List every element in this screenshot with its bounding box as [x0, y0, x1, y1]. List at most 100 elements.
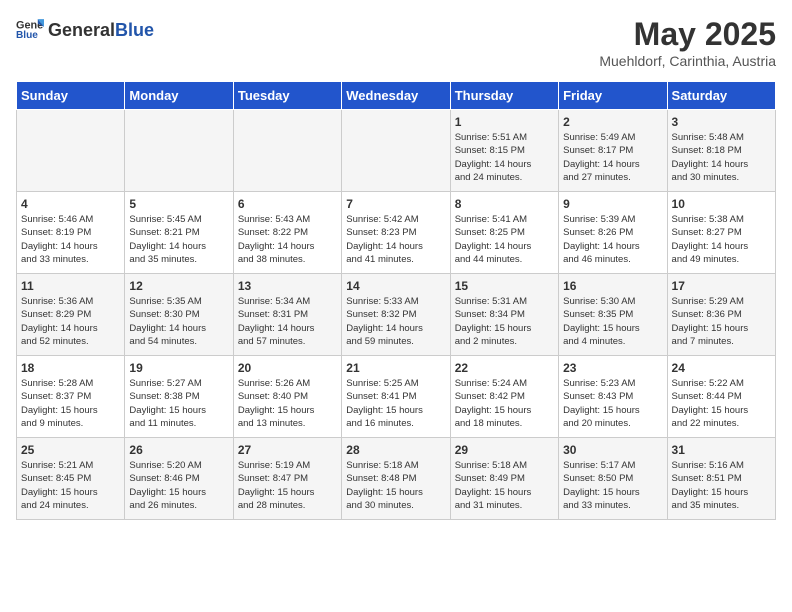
- day-cell: 9 Sunrise: 5:39 AM Sunset: 8:26 PM Daylig…: [559, 192, 667, 274]
- header-friday: Friday: [559, 82, 667, 110]
- day-number: 19: [129, 361, 228, 375]
- day-cell: 3 Sunrise: 5:48 AM Sunset: 8:18 PM Daylig…: [667, 110, 775, 192]
- header-saturday: Saturday: [667, 82, 775, 110]
- day-number: 11: [21, 279, 120, 293]
- day-number: 17: [672, 279, 771, 293]
- page-header: General Blue GeneralBlue May 2025 Muehld…: [16, 16, 776, 69]
- day-number: 15: [455, 279, 554, 293]
- day-info: Sunrise: 5:21 AM Sunset: 8:45 PM Dayligh…: [21, 459, 120, 512]
- day-cell: 29 Sunrise: 5:18 AM Sunset: 8:49 PM Dayli…: [450, 438, 558, 520]
- week-row-4: 18 Sunrise: 5:28 AM Sunset: 8:37 PM Dayli…: [17, 356, 776, 438]
- day-cell: 25 Sunrise: 5:21 AM Sunset: 8:45 PM Dayli…: [17, 438, 125, 520]
- day-info: Sunrise: 5:28 AM Sunset: 8:37 PM Dayligh…: [21, 377, 120, 430]
- day-cell: 31 Sunrise: 5:16 AM Sunset: 8:51 PM Dayli…: [667, 438, 775, 520]
- day-number: 25: [21, 443, 120, 457]
- day-info: Sunrise: 5:17 AM Sunset: 8:50 PM Dayligh…: [563, 459, 662, 512]
- day-cell: 1 Sunrise: 5:51 AM Sunset: 8:15 PM Daylig…: [450, 110, 558, 192]
- day-number: 5: [129, 197, 228, 211]
- day-number: 27: [238, 443, 337, 457]
- day-info: Sunrise: 5:25 AM Sunset: 8:41 PM Dayligh…: [346, 377, 445, 430]
- day-info: Sunrise: 5:20 AM Sunset: 8:46 PM Dayligh…: [129, 459, 228, 512]
- day-cell: 28Sunrise: 5:18 AM Sunset: 8:48 PM Dayli…: [342, 438, 450, 520]
- day-number: 1: [455, 115, 554, 129]
- month-title: May 2025: [599, 16, 776, 53]
- day-cell: 4 Sunrise: 5:46 AM Sunset: 8:19 PM Daylig…: [17, 192, 125, 274]
- day-number: 18: [21, 361, 120, 375]
- day-cell: 22 Sunrise: 5:24 AM Sunset: 8:42 PM Dayli…: [450, 356, 558, 438]
- day-number: 30: [563, 443, 662, 457]
- day-number: 21: [346, 361, 445, 375]
- day-cell: [342, 110, 450, 192]
- day-info: Sunrise: 5:49 AM Sunset: 8:17 PM Dayligh…: [563, 131, 662, 184]
- day-number: 20: [238, 361, 337, 375]
- day-cell: [125, 110, 233, 192]
- day-cell: 23Sunrise: 5:23 AM Sunset: 8:43 PM Dayli…: [559, 356, 667, 438]
- day-info: Sunrise: 5:42 AM Sunset: 8:23 PM Dayligh…: [346, 213, 445, 266]
- title-block: May 2025 Muehldorf, Carinthia, Austria: [599, 16, 776, 69]
- day-info: Sunrise: 5:48 AM Sunset: 8:18 PM Dayligh…: [672, 131, 771, 184]
- week-row-2: 4 Sunrise: 5:46 AM Sunset: 8:19 PM Daylig…: [17, 192, 776, 274]
- day-info: Sunrise: 5:33 AM Sunset: 8:32 PM Dayligh…: [346, 295, 445, 348]
- day-info: Sunrise: 5:43 AM Sunset: 8:22 PM Dayligh…: [238, 213, 337, 266]
- week-row-1: 1 Sunrise: 5:51 AM Sunset: 8:15 PM Daylig…: [17, 110, 776, 192]
- day-info: Sunrise: 5:51 AM Sunset: 8:15 PM Dayligh…: [455, 131, 554, 184]
- day-info: Sunrise: 5:23 AM Sunset: 8:43 PM Dayligh…: [563, 377, 662, 430]
- logo-icon: General Blue: [16, 16, 44, 44]
- day-number: 14: [346, 279, 445, 293]
- day-number: 31: [672, 443, 771, 457]
- day-info: Sunrise: 5:26 AM Sunset: 8:40 PM Dayligh…: [238, 377, 337, 430]
- day-cell: 5 Sunrise: 5:45 AM Sunset: 8:21 PM Daylig…: [125, 192, 233, 274]
- header-wednesday: Wednesday: [342, 82, 450, 110]
- day-number: 6: [238, 197, 337, 211]
- day-info: Sunrise: 5:34 AM Sunset: 8:31 PM Dayligh…: [238, 295, 337, 348]
- day-cell: [17, 110, 125, 192]
- logo: General Blue GeneralBlue: [16, 16, 154, 44]
- header-tuesday: Tuesday: [233, 82, 341, 110]
- day-cell: 15 Sunrise: 5:31 AM Sunset: 8:34 PM Dayli…: [450, 274, 558, 356]
- day-cell: 8Sunrise: 5:41 AM Sunset: 8:25 PM Daylig…: [450, 192, 558, 274]
- svg-text:Blue: Blue: [16, 30, 38, 41]
- day-cell: 18 Sunrise: 5:28 AM Sunset: 8:37 PM Dayli…: [17, 356, 125, 438]
- day-number: 3: [672, 115, 771, 129]
- day-cell: 24Sunrise: 5:22 AM Sunset: 8:44 PM Dayli…: [667, 356, 775, 438]
- day-number: 22: [455, 361, 554, 375]
- day-cell: 30 Sunrise: 5:17 AM Sunset: 8:50 PM Dayli…: [559, 438, 667, 520]
- day-cell: 16 Sunrise: 5:30 AM Sunset: 8:35 PM Dayli…: [559, 274, 667, 356]
- day-cell: 14 Sunrise: 5:33 AM Sunset: 8:32 PM Dayli…: [342, 274, 450, 356]
- day-number: 8: [455, 197, 554, 211]
- day-number: 29: [455, 443, 554, 457]
- header-monday: Monday: [125, 82, 233, 110]
- day-cell: 2 Sunrise: 5:49 AM Sunset: 8:17 PM Daylig…: [559, 110, 667, 192]
- day-cell: 20 Sunrise: 5:26 AM Sunset: 8:40 PM Dayli…: [233, 356, 341, 438]
- week-row-5: 25 Sunrise: 5:21 AM Sunset: 8:45 PM Dayli…: [17, 438, 776, 520]
- day-info: Sunrise: 5:39 AM Sunset: 8:26 PM Dayligh…: [563, 213, 662, 266]
- day-number: 7: [346, 197, 445, 211]
- day-number: 28: [346, 443, 445, 457]
- header-thursday: Thursday: [450, 82, 558, 110]
- day-info: Sunrise: 5:19 AM Sunset: 8:47 PM Dayligh…: [238, 459, 337, 512]
- day-number: 9: [563, 197, 662, 211]
- day-info: Sunrise: 5:46 AM Sunset: 8:19 PM Dayligh…: [21, 213, 120, 266]
- header-sunday: Sunday: [17, 82, 125, 110]
- day-number: 26: [129, 443, 228, 457]
- day-info: Sunrise: 5:16 AM Sunset: 8:51 PM Dayligh…: [672, 459, 771, 512]
- day-info: Sunrise: 5:18 AM Sunset: 8:49 PM Dayligh…: [455, 459, 554, 512]
- day-number: 16: [563, 279, 662, 293]
- day-number: 24: [672, 361, 771, 375]
- day-info: Sunrise: 5:45 AM Sunset: 8:21 PM Dayligh…: [129, 213, 228, 266]
- day-number: 10: [672, 197, 771, 211]
- day-cell: 21 Sunrise: 5:25 AM Sunset: 8:41 PM Dayli…: [342, 356, 450, 438]
- day-cell: 26 Sunrise: 5:20 AM Sunset: 8:46 PM Dayli…: [125, 438, 233, 520]
- day-info: Sunrise: 5:27 AM Sunset: 8:38 PM Dayligh…: [129, 377, 228, 430]
- day-cell: 7 Sunrise: 5:42 AM Sunset: 8:23 PM Daylig…: [342, 192, 450, 274]
- day-info: Sunrise: 5:31 AM Sunset: 8:34 PM Dayligh…: [455, 295, 554, 348]
- day-number: 4: [21, 197, 120, 211]
- day-number: 13: [238, 279, 337, 293]
- day-cell: [233, 110, 341, 192]
- day-info: Sunrise: 5:38 AM Sunset: 8:27 PM Dayligh…: [672, 213, 771, 266]
- day-number: 2: [563, 115, 662, 129]
- day-info: Sunrise: 5:24 AM Sunset: 8:42 PM Dayligh…: [455, 377, 554, 430]
- day-info: Sunrise: 5:30 AM Sunset: 8:35 PM Dayligh…: [563, 295, 662, 348]
- logo-text: GeneralBlue: [48, 20, 154, 41]
- location-subtitle: Muehldorf, Carinthia, Austria: [599, 53, 776, 69]
